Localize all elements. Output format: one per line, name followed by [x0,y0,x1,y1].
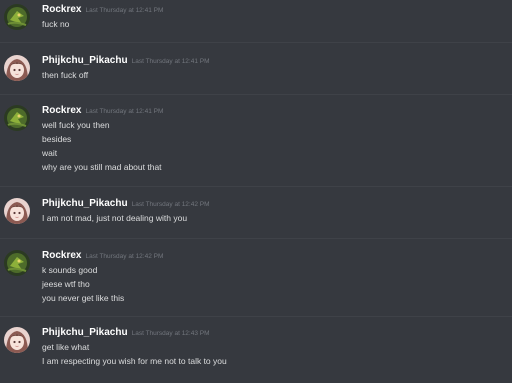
message-timestamp: Last Thursday at 12:41 PM [85,7,164,14]
anime-girl-avatar-icon[interactable] [4,327,30,353]
green-bird-avatar-icon[interactable] [4,105,30,131]
anime-girl-avatar-icon[interactable] [4,55,30,81]
author-name[interactable]: Rockrex [42,4,81,15]
message-line: wait [42,148,58,158]
message-timestamp: Last Thursday at 12:43 PM [131,330,210,337]
author-name[interactable]: Rockrex [42,105,81,116]
message-line: you never get like this [42,293,125,303]
anime-girl-avatar-icon[interactable] [4,198,30,224]
author-name[interactable]: Phijkchu_Pikachu [42,327,128,338]
message-author[interactable]: Rockrex Last Thursday at 12:42 PM [42,250,163,263]
message-author[interactable]: Rockrex Last Thursday at 12:41 PM [42,105,163,118]
message-line: besides [42,134,72,144]
message-line: k sounds good [42,265,98,275]
message-line: jeese wtf tho [42,279,90,289]
message-author[interactable]: Phijkchu_Pikachu Last Thursday at 12:43 P… [42,327,210,340]
message-timestamp: Last Thursday at 12:41 PM [85,108,164,115]
message-author[interactable]: Phijkchu_Pikachu Last Thursday at 12:42 P… [42,198,210,211]
message-timestamp: Last Thursday at 12:42 PM [131,201,210,208]
message-divider [0,238,512,239]
chat-messages: Rockrex Last Thursday at 12:41 PM fuck no… [0,0,512,383]
message-line: I am not mad, just not dealing with you [42,213,188,223]
message-divider [0,42,512,43]
message-line: why are you still mad about that [42,162,162,172]
message-line: get like what [42,342,90,352]
message-line: fuck no [42,19,70,29]
green-bird-avatar-icon[interactable] [4,250,30,276]
author-name[interactable]: Rockrex [42,250,81,261]
message-timestamp: Last Thursday at 12:42 PM [85,253,164,260]
message-author[interactable]: Phijkchu_Pikachu Last Thursday at 12:41 P… [42,55,210,68]
message-line: I am respecting you wish for me not to t… [42,356,227,366]
message-divider [0,94,512,95]
message-author[interactable]: Rockrex Last Thursday at 12:41 PM [42,4,163,17]
message-divider [0,316,512,317]
author-name[interactable]: Phijkchu_Pikachu [42,198,128,209]
message-line: then fuck off [42,70,89,80]
author-name[interactable]: Phijkchu_Pikachu [42,55,128,66]
green-bird-avatar-icon[interactable] [4,4,30,30]
message-line: well fuck you then [42,120,110,130]
message-divider [0,186,512,187]
message-timestamp: Last Thursday at 12:41 PM [131,58,210,65]
